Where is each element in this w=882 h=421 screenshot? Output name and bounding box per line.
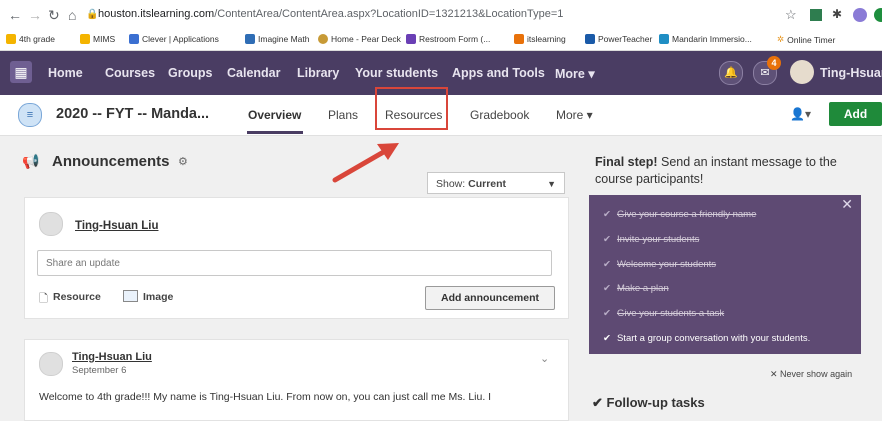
add-button[interactable]: Add — [829, 102, 882, 126]
course-header: ≡ 2020 -- FYT -- Manda... Overview Plans… — [0, 87, 882, 136]
nav-your-students[interactable]: Your students — [355, 66, 438, 80]
nav-groups[interactable]: Groups — [168, 66, 212, 80]
lock-icon: 🔒 — [86, 9, 99, 20]
announcement-composer: Ting-Hsuan Liu Share an update 🗋 Resourc… — [24, 197, 569, 319]
avatar[interactable] — [790, 60, 814, 84]
url-path: /ContentArea/ContentArea.aspx?LocationID… — [214, 8, 564, 20]
post-body: Welcome to 4th grade!!! My name is Ting-… — [39, 391, 492, 403]
bookmarks-bar: 4th grade MIMS Clever | Applications Ima… — [0, 30, 882, 51]
add-announcement-button[interactable]: Add announcement — [425, 286, 555, 310]
person-menu-icon[interactable]: 👤▾ — [790, 107, 811, 121]
follow-up-tasks-heading: ✔ Follow-up tasks — [592, 395, 705, 410]
checklist-item-done: ✔ Give your students a task — [603, 308, 725, 319]
extension-icon[interactable] — [810, 9, 822, 21]
image-link[interactable]: Image — [143, 291, 173, 303]
bookmark-pear-deck[interactable]: Home - Pear Deck — [318, 34, 401, 44]
nav-home[interactable]: Home — [48, 66, 83, 80]
itslearning-logo-icon[interactable]: ▦ — [10, 61, 32, 83]
bookmark-mims[interactable]: MIMS — [80, 34, 115, 44]
never-show-again-link[interactable]: ✕ Never show again — [770, 369, 852, 380]
close-icon[interactable]: ✕ — [841, 196, 853, 213]
url-host: houston.itslearning.com — [98, 8, 215, 20]
tab-gradebook[interactable]: Gradebook — [470, 108, 529, 122]
tab-overview[interactable]: Overview — [248, 108, 301, 122]
post-date: September 6 — [72, 365, 127, 376]
browser-toolbar: ← → ↻ ⌂ 🔒 houston.itslearning.com/Conten… — [0, 0, 882, 30]
announcements-heading: Announcements — [52, 153, 170, 170]
nav-calendar[interactable]: Calendar — [227, 66, 281, 80]
course-icon: ≡ — [18, 103, 42, 127]
bookmark-clever[interactable]: Clever | Applications — [129, 34, 219, 44]
bookmark-itslearning[interactable]: itslearning — [514, 34, 566, 44]
chevron-down-icon[interactable]: ⌄ — [540, 352, 549, 365]
tab-more[interactable]: More ▾ — [556, 108, 593, 122]
nav-library[interactable]: Library — [297, 66, 339, 80]
course-title[interactable]: 2020 -- FYT -- Manda... — [56, 106, 209, 122]
nav-more[interactable]: More ▾ — [555, 66, 595, 81]
bookmark-imagine-math[interactable]: Imagine Math — [245, 34, 310, 44]
red-arrow-icon — [332, 143, 399, 183]
checklist-item-done: ✔ Welcome your students — [603, 259, 717, 270]
back-icon[interactable]: ← — [8, 7, 22, 23]
address-bar[interactable]: houston.itslearning.com/ContentArea/Cont… — [98, 8, 563, 20]
checklist-item-done: ✔ Make a plan — [603, 283, 669, 294]
announcement-post: Ting-Hsuan Liu September 6 ⌄ Welcome to … — [24, 339, 569, 421]
user-name[interactable]: Ting-Hsuan — [820, 66, 882, 80]
checklist-item-done: ✔ Give your course a friendly name — [603, 209, 757, 220]
document-icon: 🗋 — [39, 293, 48, 305]
star-icon[interactable]: ☆ — [785, 7, 797, 23]
checklist-item-open[interactable]: ✔ Start a group conversation with your st… — [603, 333, 810, 344]
nav-courses[interactable]: Courses — [105, 66, 155, 80]
gear-icon[interactable]: ⚙ — [178, 155, 188, 168]
image-icon — [123, 290, 138, 302]
tab-plans[interactable]: Plans — [328, 108, 358, 122]
bookmark-online-timer[interactable]: ✲ Online Timer — [777, 34, 835, 45]
final-step-message: Final step! Send an instant message to t… — [595, 155, 837, 186]
notification-badge: 4 — [767, 56, 781, 70]
resources-highlight-box — [375, 87, 448, 130]
post-author-link[interactable]: Ting-Hsuan Liu — [72, 351, 152, 363]
resource-link[interactable]: Resource — [53, 291, 101, 303]
bookmark-4th-grade[interactable]: 4th grade — [6, 34, 55, 44]
show-filter-select[interactable]: Show: Current ▼ — [427, 172, 565, 194]
bookmark-powerteacher[interactable]: PowerTeacher — [585, 34, 652, 44]
puzzle-icon[interactable]: ✱ — [832, 7, 842, 21]
bookmark-mandarin[interactable]: Mandarin Immersio... — [659, 34, 752, 44]
reload-icon[interactable]: ↻ — [48, 7, 60, 24]
share-update-input[interactable]: Share an update — [37, 250, 552, 276]
avatar — [39, 352, 63, 376]
checklist-item-done: ✔ Invite your students — [603, 234, 700, 245]
setup-checklist-panel: ✕ ✔ Give your course a friendly name ✔ Inv… — [589, 195, 861, 354]
home-icon[interactable]: ⌂ — [68, 7, 76, 23]
profile-icon[interactable] — [853, 8, 867, 22]
active-tab-indicator — [247, 131, 303, 134]
avatar — [39, 212, 63, 236]
forward-icon[interactable]: → — [28, 7, 42, 23]
account-icon[interactable] — [874, 8, 882, 22]
nav-apps-and-tools[interactable]: Apps and Tools — [452, 66, 545, 80]
bookmark-restroom-form[interactable]: Restroom Form (... — [406, 34, 490, 44]
bell-icon[interactable]: 🔔 — [719, 61, 743, 85]
composer-author-link[interactable]: Ting-Hsuan Liu — [75, 220, 158, 232]
megaphone-icon: 📢 — [22, 153, 40, 169]
